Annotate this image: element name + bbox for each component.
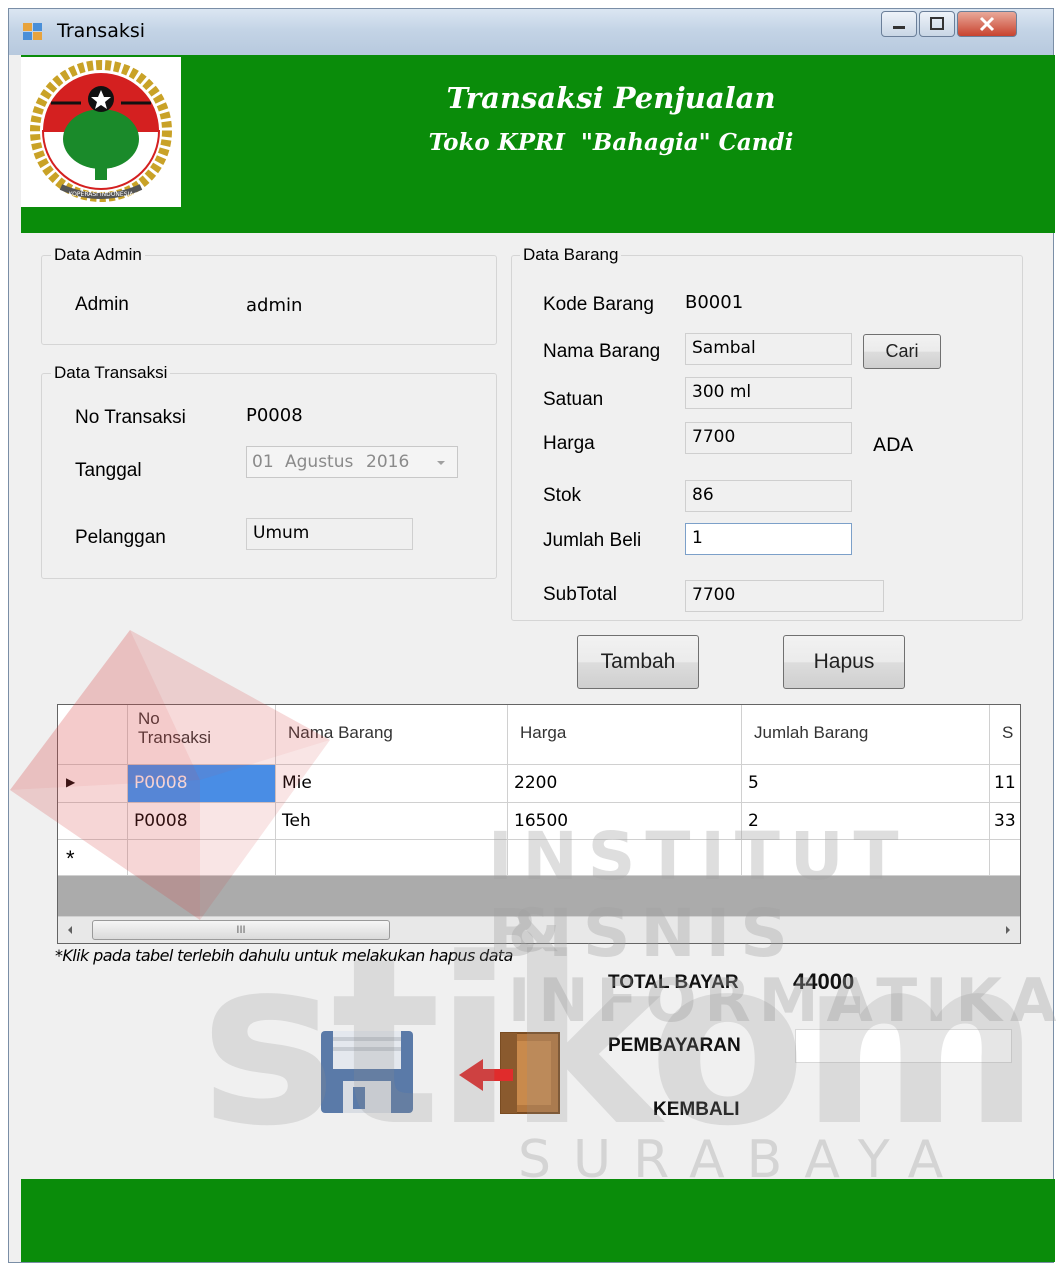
table-cell[interactable]: 5	[742, 765, 990, 803]
table-cell[interactable]	[276, 840, 508, 876]
column-header-no-transaksi[interactable]: No Transaksi	[128, 705, 276, 765]
footer-bar	[21, 1179, 1055, 1262]
no-transaksi-value: P0008	[246, 405, 303, 426]
column-header-jumlah-barang[interactable]: Jumlah Barang	[742, 705, 990, 765]
jumlah-beli-label: Jumlah Beli	[543, 530, 642, 551]
total-bayar-label: TOTAL BAYAR	[608, 972, 739, 993]
data-barang-group-title: Data Barang	[520, 245, 622, 265]
data-admin-group-title: Data Admin	[51, 245, 145, 265]
transaksi-grid[interactable]: No Transaksi Nama Barang Harga Jumlah Ba…	[57, 704, 1021, 944]
scroll-right-icon[interactable]	[1004, 925, 1012, 935]
scroll-grip: III	[236, 924, 246, 936]
column-header-subtotal[interactable]: S	[990, 705, 1020, 765]
pembayaran-input[interactable]	[795, 1029, 1012, 1063]
scrollbar-thumb[interactable]: III	[92, 920, 390, 940]
save-button[interactable]	[319, 1029, 415, 1115]
table-cell[interactable]: 2200	[508, 765, 742, 803]
tanggal-datepicker: 01 Agustus 2016	[246, 446, 458, 478]
harga-label: Harga	[543, 433, 595, 454]
title-bar[interactable]: Transaksi	[9, 9, 1053, 55]
grid-corner	[58, 705, 128, 765]
column-header-harga[interactable]: Harga	[508, 705, 742, 765]
app-icon	[23, 23, 43, 41]
table-cell[interactable]	[990, 840, 1020, 876]
stok-field[interactable]: 86	[685, 480, 852, 512]
row-header[interactable]	[58, 803, 128, 840]
maximize-icon	[930, 17, 944, 30]
close-button[interactable]	[957, 11, 1017, 37]
harga-field[interactable]: 7700	[685, 422, 852, 454]
jumlah-beli-input[interactable]: 1	[685, 523, 852, 555]
table-cell[interactable]	[128, 840, 276, 876]
table-cell[interactable]	[742, 840, 990, 876]
total-bayar-value: 44000	[793, 969, 855, 994]
maximize-button[interactable]	[919, 11, 955, 37]
row-header-new[interactable]: *	[58, 840, 128, 876]
hint-text: *Klik pada tabel terlebih dahulu untuk m…	[55, 946, 513, 965]
exit-door-icon	[459, 1032, 560, 1114]
status-ada-text: ADA	[873, 434, 914, 456]
floppy-disk-icon	[321, 1031, 413, 1113]
hapus-button[interactable]: Hapus	[783, 635, 905, 689]
tanggal-day: 01	[252, 452, 274, 472]
row-header-current[interactable]: ▶	[58, 765, 128, 803]
chevron-down-icon	[437, 461, 445, 465]
table-cell[interactable]: P0008	[128, 765, 276, 803]
nama-barang-field[interactable]: Sambal	[685, 333, 852, 365]
stok-label: Stok	[543, 485, 582, 506]
new-row-asterisk-icon: *	[66, 846, 75, 871]
admin-value: admin	[246, 295, 303, 316]
header-subtitle: Toko KPRI "Bahagia" Candi	[428, 129, 794, 156]
minimize-icon	[893, 26, 905, 29]
current-row-arrow-icon: ▶	[66, 775, 76, 789]
satuan-label: Satuan	[543, 389, 604, 410]
scroll-left-icon[interactable]	[66, 925, 74, 935]
horizontal-scrollbar[interactable]: III	[58, 916, 1020, 943]
kembali-label: KEMBALI	[653, 1099, 740, 1120]
logo-text: KOPERASI INDONESIA	[69, 191, 135, 198]
table-cell[interactable]: Mie	[276, 765, 508, 803]
pelanggan-field[interactable]: Umum	[246, 518, 413, 550]
table-cell[interactable]	[508, 840, 742, 876]
window-title: Transaksi	[57, 20, 146, 42]
koperasi-logo: KOPERASI INDONESIA	[21, 57, 181, 207]
table-cell[interactable]: 2	[742, 803, 990, 840]
tanggal-label: Tanggal	[75, 460, 142, 481]
table-cell[interactable]: 33	[990, 803, 1020, 840]
table-cell[interactable]: 11	[990, 765, 1020, 803]
cari-button[interactable]: Cari	[863, 334, 941, 369]
table-cell[interactable]: Teh	[276, 803, 508, 840]
table-cell[interactable]: 16500	[508, 803, 742, 840]
header-banner: KOPERASI INDONESIA Transaksi Penjualan T…	[21, 55, 1055, 233]
subtotal-label: SubTotal	[543, 584, 617, 605]
no-transaksi-label: No Transaksi	[75, 407, 186, 428]
kode-barang-label: Kode Barang	[543, 294, 654, 315]
close-icon	[979, 16, 995, 32]
table-cell[interactable]: P0008	[128, 803, 276, 840]
exit-button[interactable]	[455, 1029, 565, 1119]
transaksi-window: Transaksi KOPERASI INDONESIA Transaksi P…	[8, 8, 1055, 1263]
pelanggan-label: Pelanggan	[75, 527, 166, 548]
header-title: Transaksi Penjualan	[446, 81, 776, 115]
column-header-nama-barang[interactable]: Nama Barang	[276, 705, 508, 765]
subtotal-field[interactable]: 7700	[685, 580, 884, 612]
admin-label: Admin	[75, 294, 129, 315]
nama-barang-label: Nama Barang	[543, 341, 661, 362]
minimize-button[interactable]	[881, 11, 917, 37]
tambah-button[interactable]: Tambah	[577, 635, 699, 689]
satuan-field[interactable]: 300 ml	[685, 377, 852, 409]
pembayaran-label: PEMBAYARAN	[608, 1035, 741, 1056]
tanggal-year: 2016	[366, 452, 410, 472]
kode-barang-value: B0001	[685, 292, 744, 313]
data-transaksi-group-title: Data Transaksi	[51, 363, 171, 383]
tanggal-month: Agustus	[285, 452, 354, 472]
